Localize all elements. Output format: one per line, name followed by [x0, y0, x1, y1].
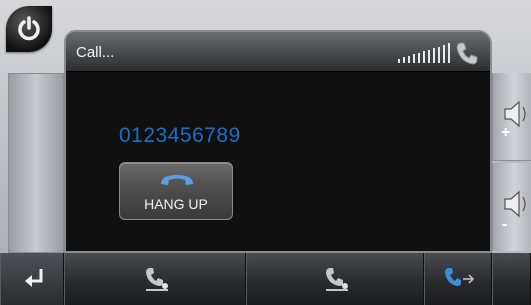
signal-strength-indicator: [398, 43, 450, 63]
back-button[interactable]: [0, 253, 64, 305]
headset-transfer-button[interactable]: [424, 253, 492, 305]
hang-up-button[interactable]: HANG UP: [119, 162, 233, 220]
volume-down-sign: -: [502, 216, 507, 231]
power-icon: [18, 16, 40, 41]
hang-up-phone-icon: [161, 175, 193, 185]
speaker-icon: -: [502, 190, 526, 231]
headset-phone-icon: [445, 268, 475, 286]
hang-up-label: HANG UP: [144, 196, 208, 212]
bottom-toolbar: [0, 253, 531, 305]
volume-up-button[interactable]: +: [492, 73, 531, 161]
phone-icon: [456, 42, 478, 65]
call-panel: Call... 0123456789 HANG UP: [64, 30, 492, 253]
power-button[interactable]: [6, 6, 52, 52]
left-side-panel: [8, 73, 64, 253]
phone-number: 0123456789: [119, 124, 241, 147]
toolbar-filler: [492, 253, 531, 305]
volume-up-sign: +: [501, 124, 510, 137]
call-header: Call...: [66, 32, 490, 72]
call-status-title: Call...: [76, 44, 115, 61]
volume-panel: + -: [492, 73, 531, 253]
back-arrow-icon: [25, 269, 43, 287]
phone-transfer-button-1[interactable]: [64, 253, 246, 305]
speaker-icon: +: [501, 100, 526, 137]
phone-transfer-icon: [326, 268, 348, 291]
phone-transfer-icon: [146, 268, 168, 291]
phone-transfer-button-2[interactable]: [246, 253, 424, 305]
volume-down-button[interactable]: -: [492, 163, 531, 251]
